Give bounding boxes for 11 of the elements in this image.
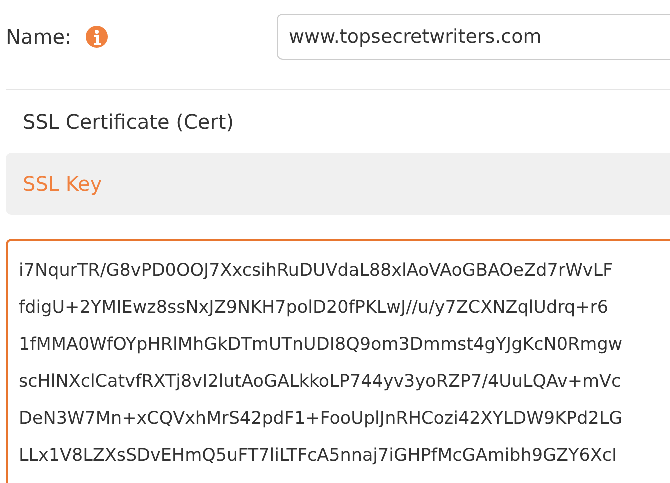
field-label: Name: bbox=[6, 24, 73, 51]
key-text-line: scHlNXclCatvfRXTj8vI2lutAoGALkkoLP744yv3yoRZP7/4UuLQAv+mVc bbox=[19, 371, 622, 394]
key-text-line: i7NqurTR/G8vPD0OOJ7XxcsihRuDUVdaL88xlAoVAoGBAOeZd7rWvLF bbox=[19, 260, 614, 283]
key-text-line: fdigU+2YMIEwz8ssNxJZ9NKH7polD20fPKLwJ//u/y7ZCXNZqlUdrq+r6 bbox=[19, 297, 610, 320]
info-icon bbox=[86, 26, 108, 48]
key-text-line: LLx1V8LZXsSDvEHmQ5uFT7liLTFcA5nnaj7iGHPfMcGAmibh9GZY6XcI bbox=[19, 445, 618, 468]
key-text-line: 1fMMA0WfOYpHRlMhGkDTmUTnUDI8Q9om3Dmmst4gYJgKcN0Rmgw bbox=[19, 334, 624, 357]
key-textarea[interactable] bbox=[6, 239, 670, 483]
name-input[interactable]: www.topsecretwriters.com bbox=[277, 14, 670, 60]
key-text-line: DeN3W7Mn+xCQVxhMrS42pdF1+FooUplJnRHCozi42XYLDW9KPd2LG bbox=[19, 408, 624, 431]
tab[interactable]: SSL Certificate (Cert) bbox=[6, 91, 670, 153]
